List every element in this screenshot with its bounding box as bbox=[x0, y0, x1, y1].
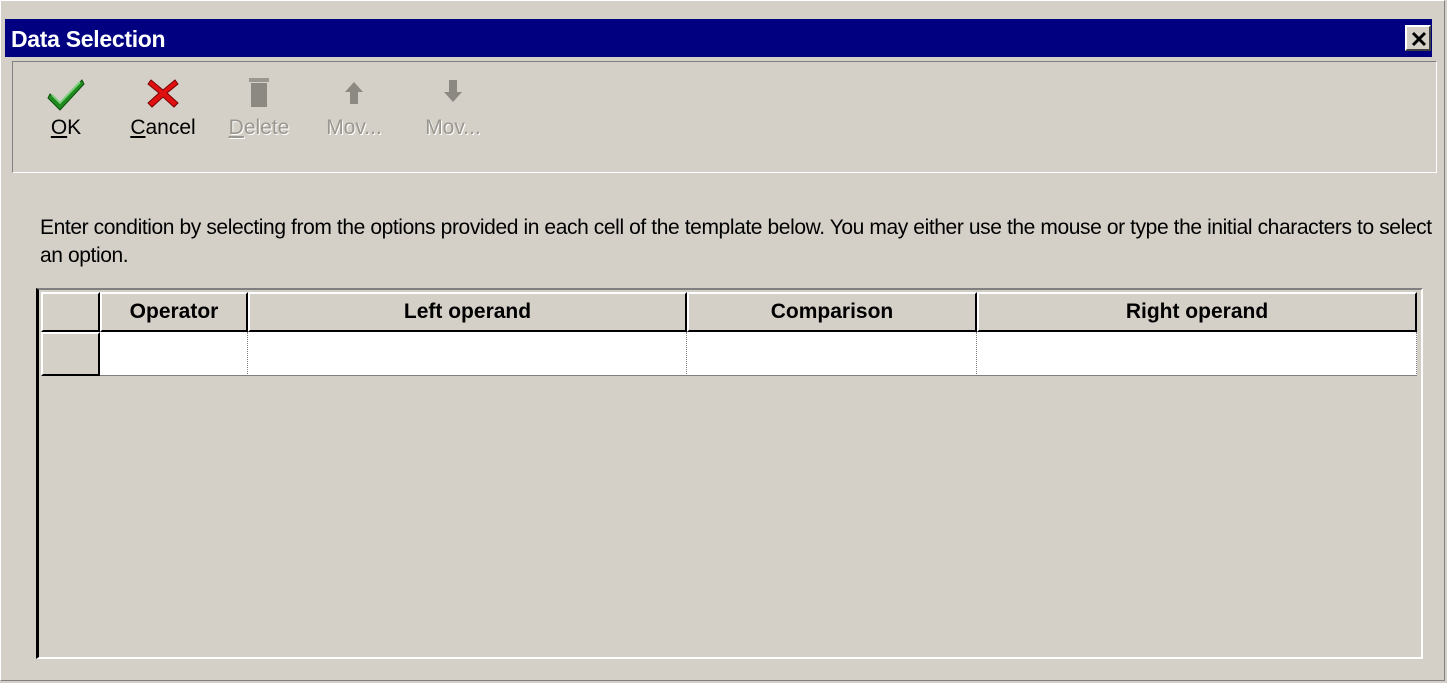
move-down-arrow-icon bbox=[444, 80, 462, 102]
red-x-icon bbox=[147, 79, 179, 108]
toolbar: OK Cancel Delete Mov... Mov... bbox=[12, 61, 1437, 173]
table-row[interactable] bbox=[41, 332, 1418, 376]
delete-label: Delete bbox=[228, 116, 290, 139]
cancel-label: Cancel bbox=[130, 116, 196, 139]
column-header-operator[interactable]: Operator bbox=[100, 292, 248, 332]
condition-grid[interactable]: Operator Left operand Comparison Right o… bbox=[36, 288, 1423, 659]
row-header[interactable] bbox=[41, 332, 100, 376]
move-down-button[interactable]: Mov... bbox=[416, 76, 490, 146]
move-up-label: Mov... bbox=[326, 116, 382, 139]
comparison-cell[interactable] bbox=[687, 332, 977, 376]
move-up-button[interactable]: Mov... bbox=[317, 76, 391, 146]
grid-header-row: Operator Left operand Comparison Right o… bbox=[41, 292, 1418, 332]
window-title: Data Selection bbox=[11, 26, 166, 52]
close-icon bbox=[1411, 31, 1427, 47]
close-button[interactable] bbox=[1405, 25, 1431, 51]
right-operand-cell[interactable] bbox=[977, 332, 1417, 376]
column-header-right-operand[interactable]: Right operand bbox=[977, 292, 1417, 332]
column-header-comparison[interactable]: Comparison bbox=[687, 292, 977, 332]
left-operand-cell[interactable] bbox=[248, 332, 687, 376]
move-down-label: Mov... bbox=[425, 116, 481, 139]
operator-cell[interactable] bbox=[100, 332, 248, 376]
delete-button[interactable]: Delete bbox=[221, 76, 297, 146]
cancel-button[interactable]: Cancel bbox=[123, 76, 203, 146]
grid-corner-cell[interactable] bbox=[41, 292, 100, 332]
ok-button[interactable]: OK bbox=[39, 76, 93, 146]
ok-label: OK bbox=[50, 116, 82, 139]
column-header-left-operand[interactable]: Left operand bbox=[248, 292, 687, 332]
trash-icon bbox=[249, 78, 269, 107]
move-up-arrow-icon bbox=[345, 82, 363, 104]
data-selection-window: Data Selection OK Cancel Delete Mov... M… bbox=[0, 0, 1445, 681]
instructions-text: Enter condition by selecting from the op… bbox=[40, 216, 1432, 267]
checkmark-icon bbox=[47, 79, 85, 111]
title-bar[interactable]: Data Selection bbox=[5, 19, 1432, 57]
